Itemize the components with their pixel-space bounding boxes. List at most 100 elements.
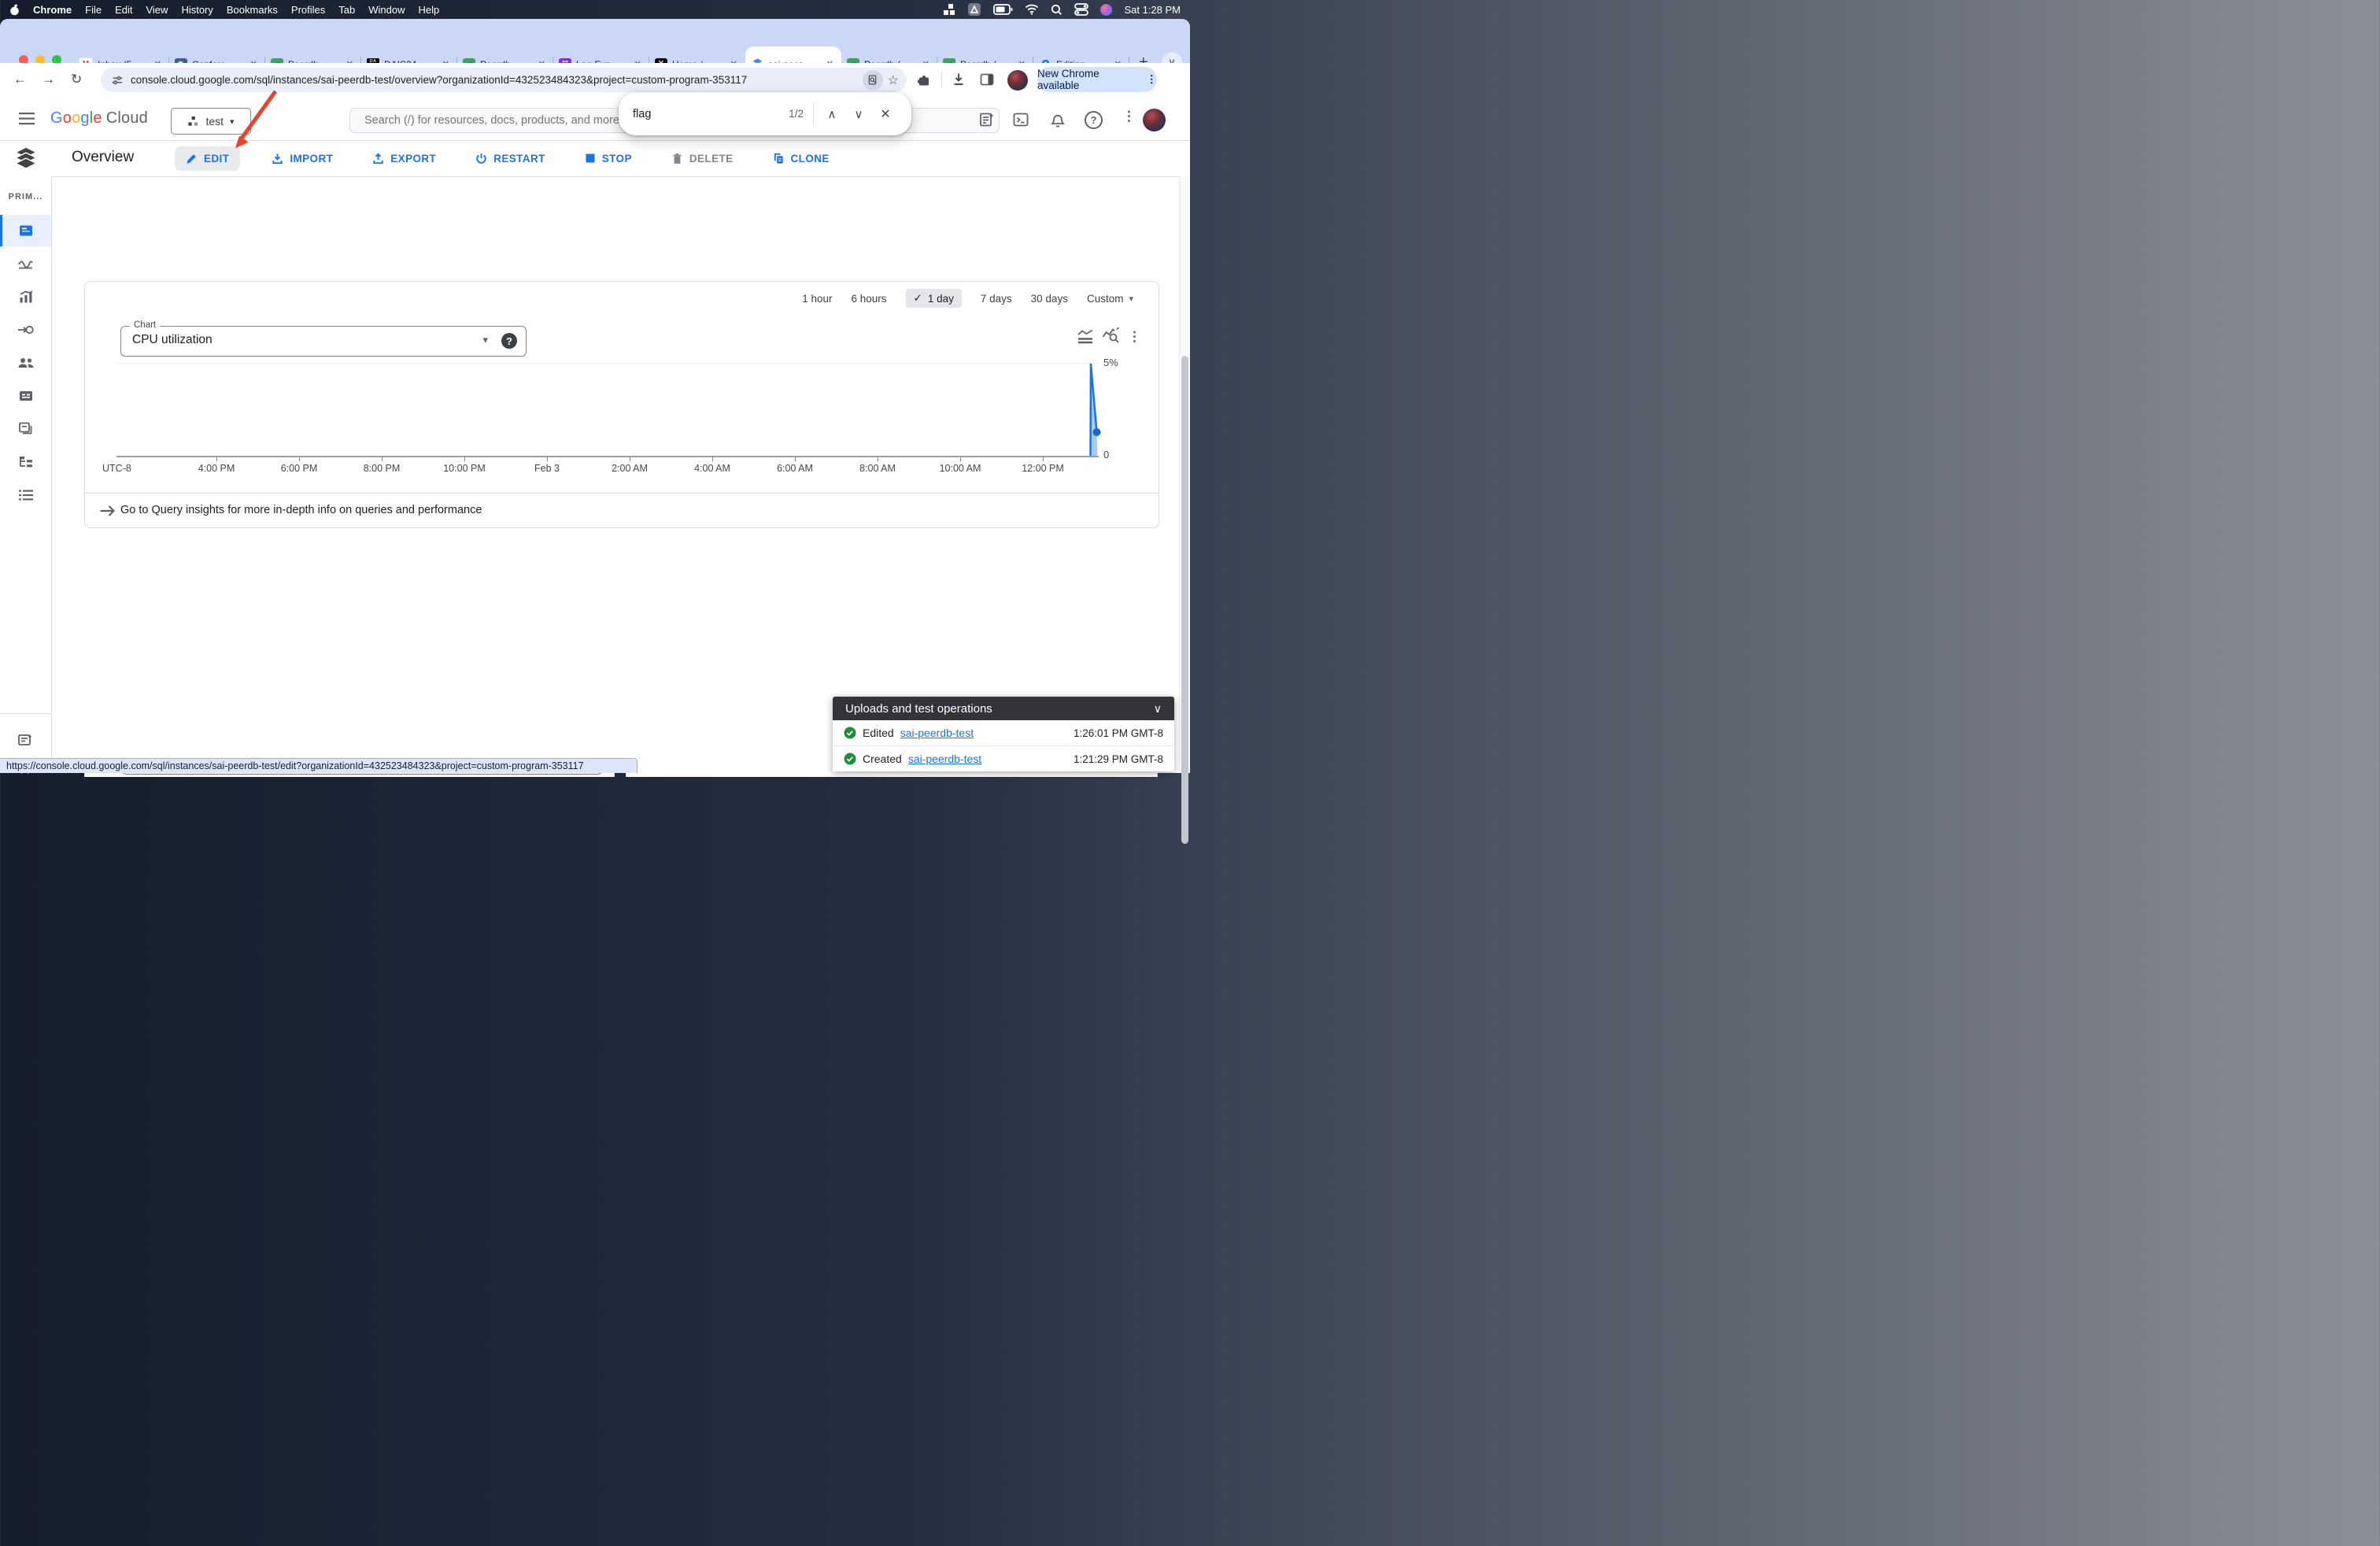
menubar-item-file[interactable]: File xyxy=(85,4,102,16)
menubar-item-tab[interactable]: Tab xyxy=(338,4,355,16)
cloud-shell-icon[interactable] xyxy=(1012,111,1029,128)
clone-icon xyxy=(774,153,783,164)
chevron-down-icon[interactable]: ∨ xyxy=(1154,702,1162,716)
sidebar-item-operations[interactable] xyxy=(0,479,51,511)
profile-avatar[interactable] xyxy=(1007,70,1028,91)
control-center-icon[interactable] xyxy=(1074,3,1089,16)
spotlight-search-icon[interactable] xyxy=(1051,4,1062,16)
export-button[interactable]: EXPORT xyxy=(364,146,444,171)
find-in-page-chip[interactable] xyxy=(862,69,883,91)
success-check-icon xyxy=(844,727,856,739)
google-cloud-logo[interactable]: Google Cloud xyxy=(50,109,148,128)
area-chart-mode-icon[interactable] xyxy=(1077,329,1096,345)
reload-icon[interactable]: ↻ xyxy=(71,72,82,87)
stats-blocks-icon[interactable] xyxy=(943,3,955,16)
status-bar-url: https://console.cloud.google.com/sql/ins… xyxy=(0,758,638,773)
scrollbar-thumb[interactable] xyxy=(1181,356,1188,844)
explore-metric-icon[interactable] xyxy=(1102,327,1121,345)
clone-button[interactable]: CLONE xyxy=(765,146,837,171)
import-button[interactable]: IMPORT xyxy=(264,146,341,171)
sidebar-item-overview[interactable] xyxy=(0,215,51,246)
apple-icon[interactable] xyxy=(9,4,20,16)
range-custom[interactable]: Custom ▾ xyxy=(1087,293,1133,305)
range-7-days[interactable]: 7 days xyxy=(981,293,1012,305)
range-1-hour[interactable]: 1 hour xyxy=(802,293,832,305)
find-next-button[interactable]: ∨ xyxy=(845,107,872,121)
backups-icon xyxy=(18,422,31,435)
range-30-days[interactable]: 30 days xyxy=(1031,293,1068,305)
activity-wave-icon xyxy=(18,260,33,268)
find-input[interactable] xyxy=(631,106,789,121)
release-notes-icon xyxy=(18,734,32,745)
query-insights-link-row[interactable]: Go to Query insights for more in-depth i… xyxy=(85,493,1159,527)
extensions-icon[interactable] xyxy=(916,72,932,88)
delete-button[interactable]: DELETE xyxy=(663,146,741,171)
stop-button[interactable]: STOP xyxy=(577,146,640,171)
range-1-day-selected[interactable]: ✓ 1 day xyxy=(905,289,962,308)
chrome-tabstrip: M Inbox (5 ✕ Confere ✕ Peerdb ✕ DAIS DAI… xyxy=(0,19,1190,82)
forward-icon[interactable]: → xyxy=(42,72,55,87)
import-icon xyxy=(272,153,283,164)
account-avatar[interactable] xyxy=(1143,109,1166,131)
sidebar-item-connections[interactable] xyxy=(0,314,51,346)
success-check-icon xyxy=(844,753,856,765)
release-notes-icon[interactable] xyxy=(978,111,996,128)
kebab-menu-icon[interactable]: ⋮ xyxy=(1147,73,1158,86)
sidebar-item-backups[interactable] xyxy=(0,413,51,445)
find-close-button[interactable]: ✕ xyxy=(872,106,899,122)
kebab-menu-icon[interactable]: ⋮ xyxy=(1122,109,1136,124)
menubar-clock[interactable]: Sat 1:28 PM xyxy=(1124,4,1181,16)
scrollbar-track[interactable] xyxy=(1179,176,1190,844)
wifi-icon[interactable] xyxy=(1025,4,1039,15)
help-icon[interactable]: ? xyxy=(1085,111,1103,129)
hamburger-menu-icon[interactable] xyxy=(19,112,35,126)
time-range-selector: 1 hour 6 hours ✓ 1 day 7 days 30 days Cu… xyxy=(802,287,1133,309)
users-icon xyxy=(18,358,33,368)
notifications-bell-icon[interactable] xyxy=(1049,111,1066,128)
battery-icon[interactable] xyxy=(993,4,1013,15)
app-triangle-icon[interactable] xyxy=(967,2,981,17)
operation-link[interactable]: sai-peerdb-test xyxy=(900,727,974,739)
sidebar-item-monitoring[interactable] xyxy=(0,281,51,313)
operations-list-icon xyxy=(18,490,33,501)
sidebar-item-activity[interactable] xyxy=(0,248,51,279)
range-6-hours[interactable]: 6 hours xyxy=(852,293,887,305)
project-picker[interactable]: test ▾ xyxy=(171,108,251,135)
chart-kebab-menu[interactable]: ⋮ xyxy=(1128,329,1141,345)
connections-icon xyxy=(17,325,34,335)
url-text[interactable]: console.cloud.google.com/sql/instances/s… xyxy=(131,74,859,86)
menubar-item-edit[interactable]: Edit xyxy=(115,4,132,16)
restart-button[interactable]: RESTART xyxy=(468,146,553,171)
chart-help-icon[interactable]: ? xyxy=(501,333,517,349)
address-bar[interactable]: console.cloud.google.com/sql/instances/s… xyxy=(101,68,907,92)
rail-release-notes[interactable] xyxy=(0,724,51,756)
siri-icon[interactable] xyxy=(1100,3,1113,16)
menubar-item-view[interactable]: View xyxy=(146,4,168,16)
operation-link[interactable]: sai-peerdb-test xyxy=(908,753,981,765)
back-icon[interactable]: ← xyxy=(13,72,27,87)
menubar-item-window[interactable]: Window xyxy=(368,4,405,16)
menubar-item-chrome[interactable]: Chrome xyxy=(33,4,72,16)
sidebar-item-users[interactable] xyxy=(0,347,51,379)
find-bar[interactable]: 1/2 ∧ ∨ ✕ xyxy=(619,92,911,135)
menubar-item-help[interactable]: Help xyxy=(419,4,440,16)
rail-section-label: PRIM... xyxy=(8,192,43,202)
operations-panel-header[interactable]: Uploads and test operations ∨ xyxy=(833,697,1174,720)
find-previous-button[interactable]: ∧ xyxy=(819,107,845,121)
sidebar-item-replicas[interactable] xyxy=(0,446,51,478)
chart-metric-select[interactable]: Chart CPU utilization ▾ ? xyxy=(120,320,527,357)
menubar-item-bookmarks[interactable]: Bookmarks xyxy=(227,4,278,16)
bookmark-star-icon[interactable]: ☆ xyxy=(888,72,899,88)
metrics-card: 1 hour 6 hours ✓ 1 day 7 days 30 days Cu… xyxy=(84,281,1159,528)
menubar-item-history[interactable]: History xyxy=(181,4,213,16)
menubar-item-profiles[interactable]: Profiles xyxy=(291,4,325,16)
operation-time: 1:21:29 PM GMT-8 xyxy=(1073,753,1163,765)
site-settings-icon[interactable] xyxy=(110,73,124,87)
side-panel-icon[interactable] xyxy=(979,72,995,87)
update-chrome-button[interactable]: New Chrome available ⋮ xyxy=(1037,67,1157,92)
sidebar-item-databases[interactable] xyxy=(0,380,51,412)
edit-button[interactable]: EDIT xyxy=(175,146,241,171)
download-icon[interactable] xyxy=(951,72,966,87)
operation-row-created: Created sai-peerdb-test 1:21:29 PM GMT-8 xyxy=(833,745,1174,771)
caret-down-icon[interactable]: ▾ xyxy=(482,334,488,346)
